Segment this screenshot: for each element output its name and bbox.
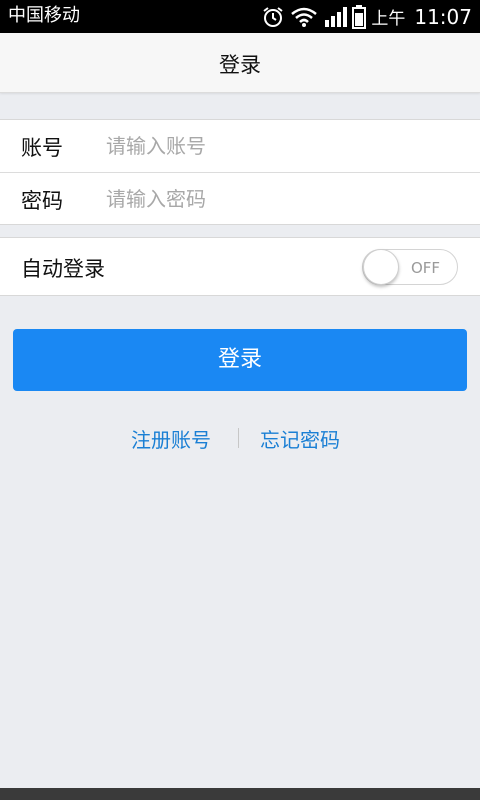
password-input[interactable] xyxy=(106,181,446,217)
link-divider xyxy=(238,428,239,448)
register-link[interactable]: 注册账号 xyxy=(131,424,211,453)
signal-icon xyxy=(323,6,348,28)
alarm-icon xyxy=(261,5,285,29)
account-links: 注册账号 忘记密码 xyxy=(0,424,480,454)
status-time: 11:07 xyxy=(414,4,472,29)
bottom-edge xyxy=(0,788,480,800)
auto-login-label: 自动登录 xyxy=(21,257,105,281)
toggle-state-text: OFF xyxy=(411,259,441,277)
forgot-password-link[interactable]: 忘记密码 xyxy=(260,424,340,453)
toggle-knob xyxy=(363,249,399,285)
page-title: 登录 xyxy=(219,53,261,77)
nav-bar: 登录 xyxy=(0,33,480,93)
account-label: 账号 xyxy=(21,136,63,160)
carrier-name: 中国移动 xyxy=(8,5,80,26)
account-row: 账号 xyxy=(0,120,480,172)
password-label: 密码 xyxy=(21,189,63,213)
login-button[interactable]: 登录 xyxy=(13,329,467,391)
login-form: 账号 密码 xyxy=(0,119,480,225)
status-bar: 中国移动 上午 11:07 xyxy=(0,0,480,33)
password-row: 密码 xyxy=(0,172,480,225)
status-ampm: 上午 xyxy=(371,9,406,29)
auto-login-row: 自动登录 OFF xyxy=(0,237,480,296)
account-input[interactable] xyxy=(106,128,446,164)
battery-icon xyxy=(352,4,367,29)
auto-login-toggle[interactable]: OFF xyxy=(362,249,458,285)
wifi-icon xyxy=(290,6,318,28)
status-icons: 上午 11:07 xyxy=(261,3,472,30)
